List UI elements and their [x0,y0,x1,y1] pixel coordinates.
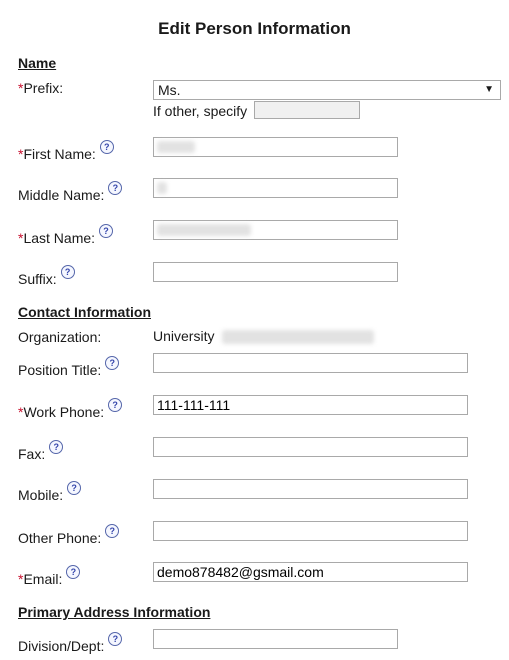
page-title: Edit Person Information [158,19,351,38]
section-address-heading: Primary Address Information [18,604,211,620]
email-label: *Email:? [18,565,81,587]
redacted-text [222,330,375,345]
help-icon[interactable]: ? [99,140,114,154]
help-icon[interactable]: ? [99,224,114,238]
fax-input[interactable] [153,437,468,457]
work-phone-input[interactable] [153,395,468,415]
help-icon[interactable]: ? [67,481,82,495]
help-icon[interactable]: ? [60,265,75,279]
other-phone-label: Other Phone:? [18,524,120,546]
section-contact-heading: Contact Information [18,304,151,320]
prefix-other-label: If other, specify [153,103,248,119]
help-icon[interactable]: ? [66,565,81,579]
first-name-label: *First Name:? [18,140,114,162]
section-name-heading: Name [18,55,57,71]
help-icon[interactable]: ? [108,181,123,195]
help-icon[interactable]: ? [108,398,123,412]
help-icon[interactable]: ? [105,524,120,538]
organization-value: University [153,328,375,345]
prefix-label: *Prefix: [18,80,64,96]
organization-label: Organization: [18,329,102,345]
middle-name-input[interactable] [153,178,398,198]
division-label: Division/Dept:? [18,632,123,654]
email-input[interactable] [153,562,468,582]
suffix-label: Suffix:? [18,265,75,287]
last-name-input[interactable] [153,220,398,240]
dropdown-arrow-icon: ▼ [484,84,494,95]
first-name-input[interactable] [153,137,398,157]
prefix-select[interactable]: Ms. ▼ [153,80,501,100]
help-icon[interactable]: ? [105,356,120,370]
last-name-label: *Last Name:? [18,224,114,246]
middle-name-label: Middle Name:? [18,181,123,203]
help-icon[interactable]: ? [108,632,123,646]
mobile-input[interactable] [153,479,468,499]
position-title-input[interactable] [153,353,468,373]
mobile-label: Mobile:? [18,481,82,503]
prefix-other-input[interactable] [254,101,360,119]
position-title-label: Position Title:? [18,356,120,378]
prefix-selected-value: Ms. [158,82,181,98]
redacted-text [157,182,167,194]
other-phone-input[interactable] [153,521,468,541]
suffix-input[interactable] [153,262,398,282]
work-phone-label: *Work Phone:? [18,398,123,420]
redacted-text [157,224,251,236]
redacted-text [157,141,195,153]
division-input[interactable] [153,629,398,649]
help-icon[interactable]: ? [49,440,64,454]
fax-label: Fax:? [18,440,64,462]
